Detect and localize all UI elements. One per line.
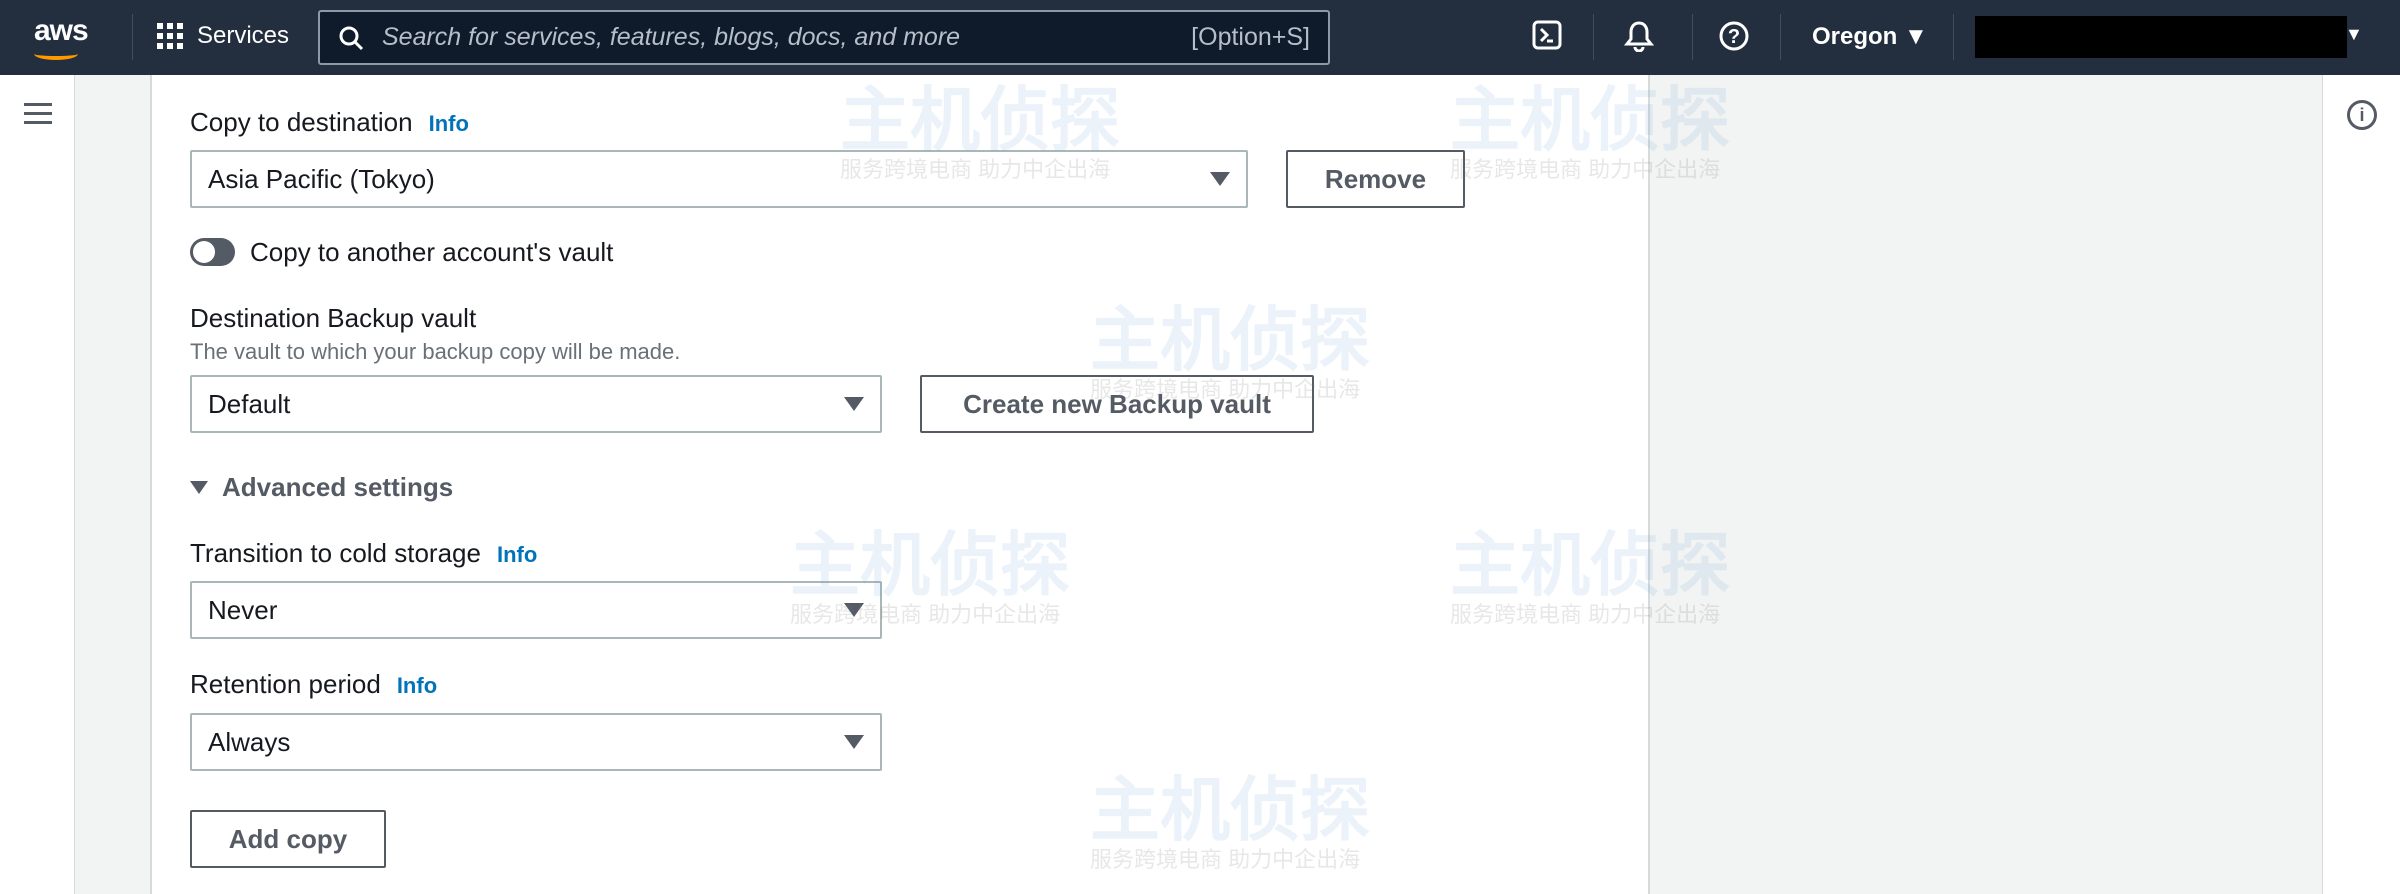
divider (132, 14, 133, 60)
hamburger-menu-icon[interactable] (24, 103, 52, 130)
retention-label: Retention period Info (190, 669, 438, 699)
divider (1780, 14, 1781, 60)
help-icon[interactable]: ? (1717, 20, 1751, 54)
grid-icon (157, 23, 183, 49)
vault-label: Destination Backup vault (190, 303, 477, 333)
selected-value: Default (208, 388, 291, 419)
info-link[interactable]: Info (497, 542, 537, 567)
info-link[interactable]: Info (429, 111, 469, 136)
copy-destination-select[interactable]: Asia Pacific (Tokyo) (190, 150, 1248, 208)
bell-icon[interactable] (1622, 20, 1656, 54)
services-menu-button[interactable]: Services (157, 22, 289, 50)
cold-storage-label: Transition to cold storage Info (190, 538, 538, 568)
divider (1692, 14, 1693, 60)
selected-value: Never (208, 594, 278, 625)
vault-select[interactable]: Default (190, 375, 882, 433)
copy-settings-panel: Copy to destination Info Asia Pacific (To… (150, 75, 1650, 894)
create-vault-button[interactable]: Create new Backup vault (920, 375, 1314, 433)
advanced-settings-toggle[interactable]: Advanced settings (190, 472, 453, 503)
divider (1593, 14, 1594, 60)
right-sidebar: i (2322, 75, 2400, 894)
search-icon (339, 26, 364, 50)
region-selector[interactable]: Oregon ▼ (1812, 23, 1928, 51)
account-caret-icon[interactable]: ▼ (2345, 24, 2363, 45)
divider (1953, 14, 1954, 60)
cloudshell-icon[interactable] (1530, 20, 1564, 54)
cold-storage-select[interactable]: Never (190, 581, 882, 639)
caret-down-icon (844, 735, 864, 749)
svg-text:?: ? (1728, 26, 1740, 48)
search-input[interactable]: Search for services, features, blogs, do… (318, 10, 1330, 65)
add-copy-button[interactable]: Add copy (190, 810, 386, 868)
caret-down-icon (844, 603, 864, 617)
caret-down-icon (844, 397, 864, 411)
retention-select[interactable]: Always (190, 713, 882, 771)
search-placeholder: Search for services, features, blogs, do… (382, 23, 961, 51)
copy-destination-label: Copy to destination Info (190, 107, 469, 137)
copy-account-toggle[interactable] (190, 238, 235, 266)
caret-down-icon (1210, 172, 1230, 186)
account-menu-redacted[interactable] (1975, 16, 2347, 58)
left-sidebar (0, 75, 75, 894)
info-link[interactable]: Info (397, 673, 437, 698)
aws-logo[interactable]: aws (34, 14, 89, 48)
services-label: Services (197, 22, 290, 49)
selected-value: Always (208, 726, 291, 757)
aws-smile-icon (34, 48, 78, 60)
info-panel-icon[interactable]: i (2347, 100, 2377, 130)
selected-value: Asia Pacific (Tokyo) (208, 163, 435, 194)
search-shortcut: [Option+S] (1191, 23, 1310, 51)
top-navigation: aws Services Search for services, featur… (0, 0, 2400, 75)
advanced-settings-label: Advanced settings (222, 472, 454, 502)
toggle-label: Copy to another account's vault (250, 237, 614, 267)
caret-down-icon (190, 481, 208, 494)
remove-button[interactable]: Remove (1286, 150, 1465, 208)
vault-description: The vault to which your backup copy will… (190, 339, 681, 364)
